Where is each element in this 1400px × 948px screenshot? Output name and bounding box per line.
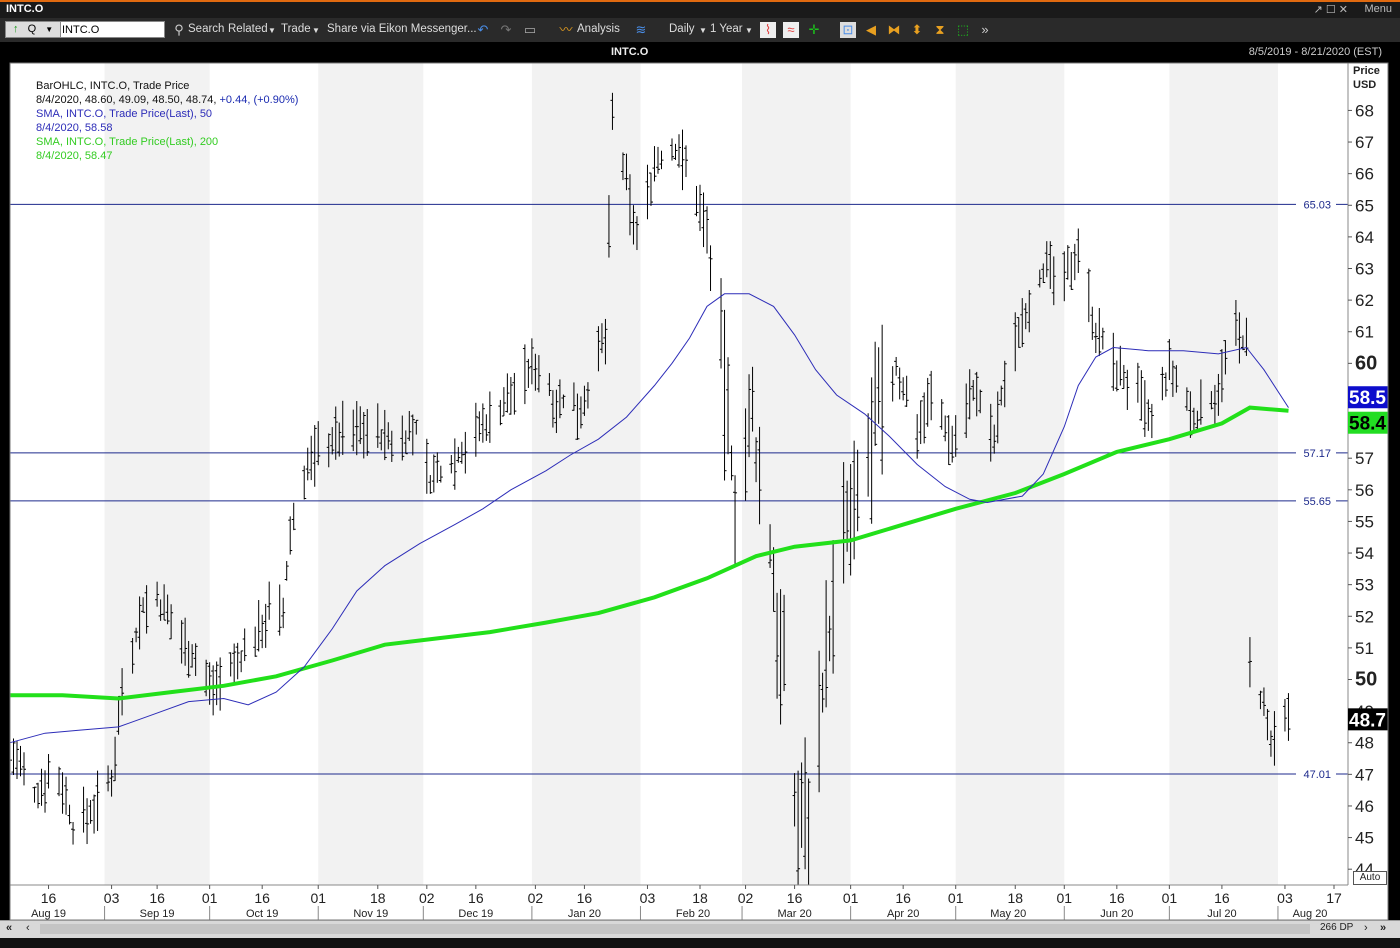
x-month-label: Sep 19 — [140, 908, 175, 920]
scroll-left-arrow-icon[interactable]: ‹ — [26, 922, 30, 934]
y-tick-label: 48 — [1355, 734, 1374, 753]
month-band — [318, 63, 424, 885]
x-day-label: 02 — [738, 890, 754, 906]
scroll-first-icon[interactable]: « — [6, 922, 12, 934]
month-band — [1169, 63, 1278, 885]
x-month-label: Jan 20 — [568, 908, 601, 920]
x-month-label: Aug 19 — [31, 908, 66, 920]
scroll-bar: « ‹ 266 DP › » — [0, 920, 1400, 939]
y-axis-title: Price USD — [1353, 64, 1380, 92]
y-tick-label: 51 — [1355, 639, 1374, 658]
y-axis-panel — [1348, 63, 1388, 885]
reference-line-label: 47.01 — [1303, 769, 1331, 781]
x-day-label: 16 — [895, 890, 911, 906]
legend-ohlc-prices: 8/4/2020, 48.60, 49.09, 48.50, 48.74, — [36, 94, 217, 106]
month-band — [955, 63, 1065, 885]
x-day-label: 18 — [692, 890, 708, 906]
x-day-label: 16 — [468, 890, 484, 906]
x-day-label: 02 — [528, 890, 544, 906]
y-tick-label: 68 — [1355, 101, 1374, 120]
x-month-label: Oct 19 — [246, 908, 278, 920]
x-month-label: Nov 19 — [353, 908, 388, 920]
y-tick-label: 61 — [1355, 323, 1374, 342]
x-day-label: 03 — [104, 890, 120, 906]
x-day-label: 01 — [948, 890, 964, 906]
plot-area — [10, 63, 1348, 885]
sma50-value-tag: 58.5 — [1349, 388, 1386, 409]
y-tick-label: 55 — [1355, 512, 1374, 531]
scroll-right-arrow-icon[interactable]: › — [1364, 922, 1368, 934]
x-day-label: 16 — [577, 890, 593, 906]
x-day-label: 18 — [1007, 890, 1023, 906]
y-tick-label: 63 — [1355, 260, 1374, 279]
y-axis-title-currency: USD — [1353, 79, 1377, 91]
window-bottom-edge — [0, 938, 1400, 948]
legend-sma200-value: 8/4/2020, 58.47 — [36, 150, 113, 162]
month-band — [104, 63, 210, 885]
y-tick-label: 60 — [1355, 352, 1377, 374]
scroll-last-icon[interactable]: » — [1380, 922, 1386, 934]
x-month-label: Mar 20 — [777, 908, 811, 920]
reference-line-label: 57.17 — [1303, 448, 1331, 460]
y-tick-label: 64 — [1355, 228, 1374, 247]
reference-line-label: 55.65 — [1303, 496, 1331, 508]
x-day-label: 16 — [149, 890, 165, 906]
x-day-label: 16 — [1109, 890, 1125, 906]
y-tick-label: 46 — [1355, 797, 1374, 816]
y-tick-label: 57 — [1355, 449, 1374, 468]
x-day-label: 01 — [843, 890, 859, 906]
y-tick-label: 62 — [1355, 291, 1374, 310]
y-tick-label: 56 — [1355, 481, 1374, 500]
x-month-label: May 20 — [990, 908, 1026, 920]
month-band — [531, 63, 641, 885]
y-tick-label: 66 — [1355, 165, 1374, 184]
y-tick-label: 53 — [1355, 576, 1374, 595]
legend-sma200-title: SMA, INTC.O, Trade Price(Last), 200 — [36, 136, 219, 148]
last-price-tag: 48.7 — [1349, 710, 1386, 731]
x-day-label: 02 — [419, 890, 435, 906]
x-day-label: 16 — [254, 890, 270, 906]
y-tick-label: 50 — [1355, 669, 1377, 691]
legend-sma50-value: 8/4/2020, 58.58 — [36, 122, 113, 134]
data-points-count: 266 DP — [1320, 922, 1354, 933]
x-month-label: Apr 20 — [887, 908, 919, 920]
x-month-label: Dec 19 — [458, 908, 493, 920]
y-axis-title-price: Price — [1353, 65, 1380, 77]
x-month-label: Aug 20 — [1293, 908, 1328, 920]
x-day-label: 01 — [1162, 890, 1178, 906]
legend-ohlc-change: +0.44, (+0.90%) — [219, 94, 299, 106]
legend-sma50-title: SMA, INTC.O, Trade Price(Last), 50 — [36, 108, 213, 120]
legend-ohlc-values: 8/4/2020, 48.60, 49.09, 48.50, 48.74, +0… — [36, 93, 298, 107]
x-day-label: 01 — [310, 890, 326, 906]
auto-scale-button[interactable]: Auto — [1353, 871, 1387, 885]
x-day-label: 03 — [1277, 890, 1293, 906]
x-day-label: 03 — [640, 890, 656, 906]
x-month-label: Jun 20 — [1100, 908, 1133, 920]
reference-line-label: 65.03 — [1303, 199, 1331, 211]
scroll-track[interactable] — [40, 924, 1310, 934]
legend-ohlc-title: BarOHLC, INTC.O, Trade Price — [36, 80, 190, 92]
sma200-value-tag: 58.4 — [1349, 414, 1386, 435]
x-day-label: 17 — [1326, 890, 1342, 906]
y-tick-label: 47 — [1355, 765, 1374, 784]
x-day-label: 16 — [1214, 890, 1230, 906]
x-day-label: 18 — [370, 890, 386, 906]
x-day-label: 01 — [202, 890, 218, 906]
y-tick-label: 67 — [1355, 133, 1374, 152]
y-tick-label: 45 — [1355, 829, 1374, 848]
x-month-label: Feb 20 — [676, 908, 710, 920]
month-band — [742, 63, 851, 885]
y-tick-label: 65 — [1355, 196, 1374, 215]
x-day-label: 01 — [1056, 890, 1072, 906]
x-day-label: 16 — [787, 890, 803, 906]
y-tick-label: 54 — [1355, 544, 1374, 563]
x-day-label: 16 — [41, 890, 57, 906]
x-month-label: Jul 20 — [1207, 908, 1236, 920]
y-tick-label: 52 — [1355, 607, 1374, 626]
